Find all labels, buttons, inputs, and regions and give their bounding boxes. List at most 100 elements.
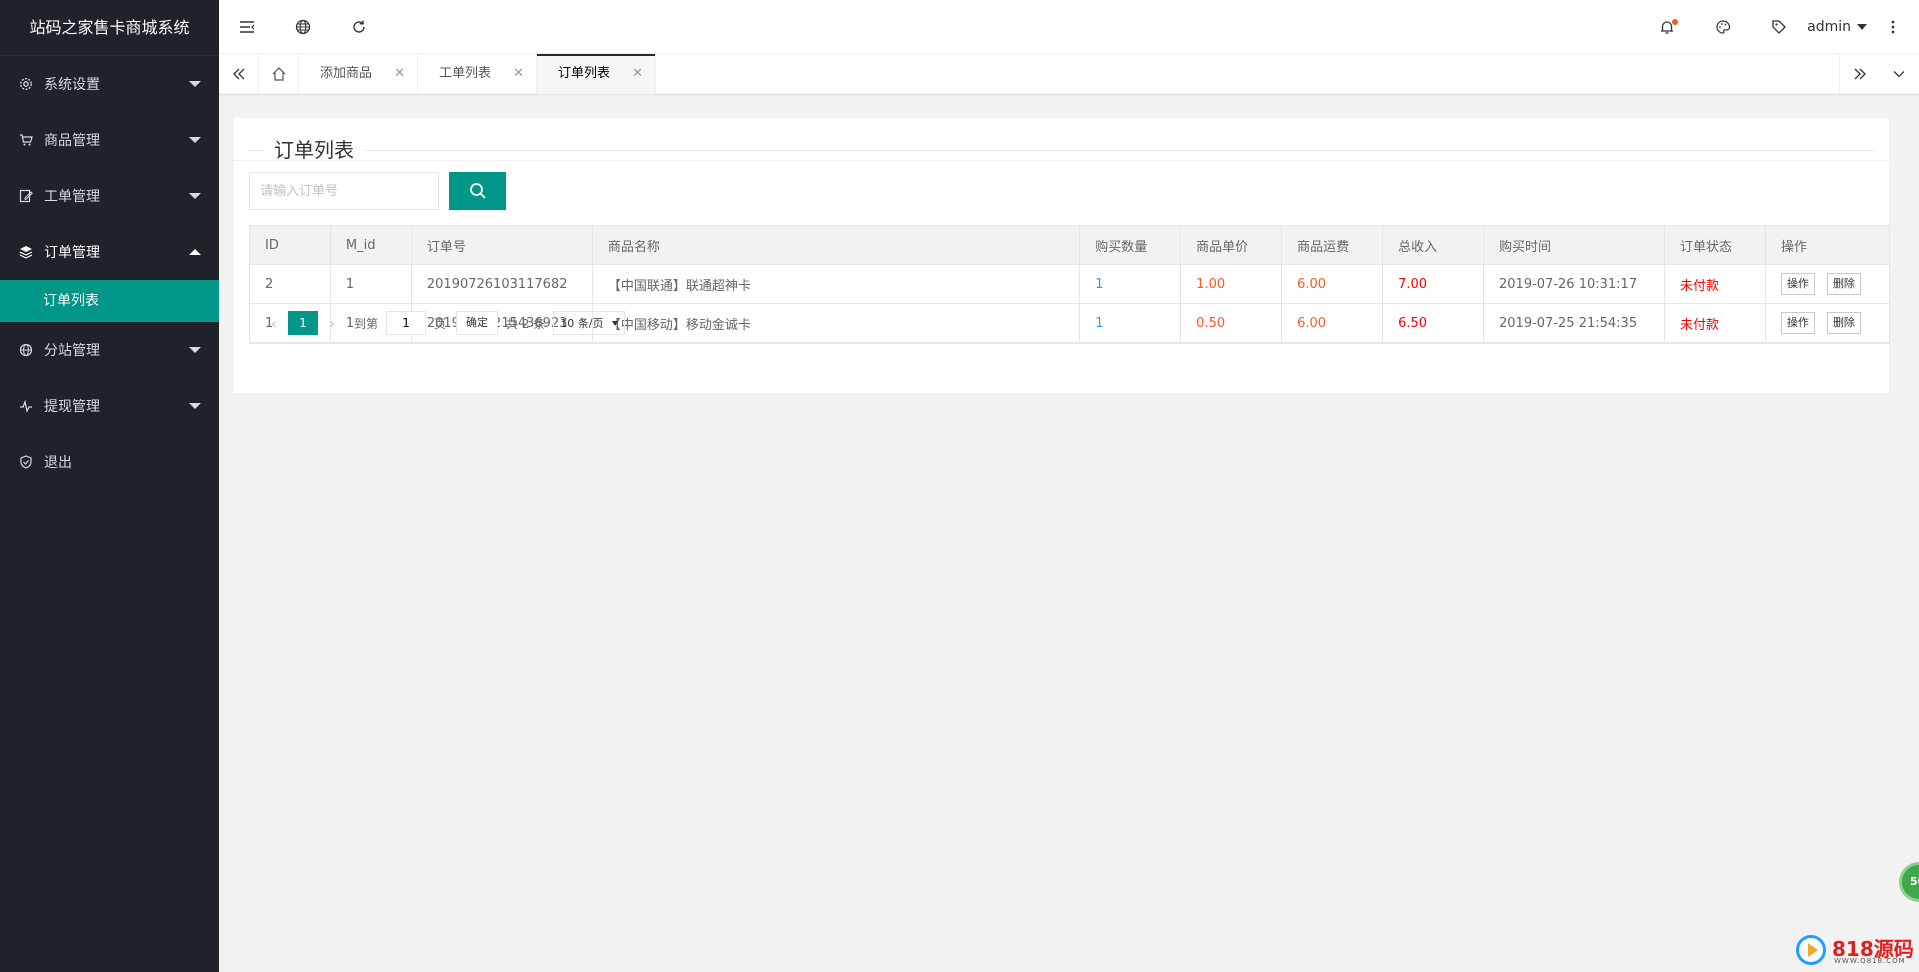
- close-icon[interactable]: ✕: [632, 54, 643, 94]
- column-header: M_id: [329, 225, 412, 265]
- refresh-button[interactable]: [331, 0, 387, 54]
- page-jump-input[interactable]: [386, 311, 427, 335]
- chevron-down-icon: [189, 137, 201, 143]
- page-size-value: 10 条/页: [560, 317, 604, 330]
- close-icon[interactable]: ✕: [394, 54, 405, 94]
- sidebar-subitem-order-list[interactable]: 订单列表: [0, 280, 219, 322]
- sidebar-item-label: 商品管理: [44, 133, 100, 149]
- sidebar-item-label: 系统设置: [44, 77, 100, 93]
- order-number-search-input[interactable]: [249, 172, 439, 210]
- total-count: 共 2 条: [506, 316, 546, 331]
- chevron-down-icon: [189, 347, 201, 353]
- cell-qty: 1: [1079, 264, 1182, 304]
- prev-page-icon[interactable]: ‹: [260, 314, 288, 333]
- column-header: 商品单价: [1180, 225, 1283, 265]
- page-jump-confirm-button[interactable]: 确定: [456, 311, 499, 335]
- tabs-dropdown-button[interactable]: [1879, 54, 1919, 94]
- search-button[interactable]: [449, 172, 506, 210]
- cell-shipping: 6.00: [1281, 264, 1384, 304]
- page-number-current[interactable]: 1: [288, 311, 318, 335]
- menu-fold-icon: [240, 21, 255, 33]
- chevron-down-icon: [189, 81, 201, 87]
- chevron-down-icon: [1893, 71, 1905, 78]
- sidebar-item-ticket-management[interactable]: 工单管理: [0, 168, 219, 224]
- gear-icon: [18, 76, 34, 92]
- sidebar-submenu: 订单列表: [0, 280, 219, 322]
- menu-toggle-button[interactable]: [219, 0, 275, 54]
- sidebar-item-label: 分站管理: [44, 343, 100, 359]
- shield-icon: [18, 454, 34, 470]
- cell-status: 未付款: [1663, 264, 1766, 304]
- tabs-scroll-left-button[interactable]: [219, 54, 259, 94]
- top-header: admin: [219, 0, 1919, 54]
- tags-button[interactable]: [1751, 0, 1807, 54]
- tab-label: 订单列表: [558, 66, 611, 81]
- column-header: ID: [249, 225, 331, 265]
- globe-icon: [295, 19, 311, 35]
- play-icon: [1796, 935, 1826, 965]
- more-vertical-icon: [1891, 20, 1895, 34]
- tab-order-list[interactable]: 订单列表 ✕: [537, 54, 657, 94]
- user-menu[interactable]: admin: [1807, 0, 1867, 54]
- refresh-icon: [353, 20, 365, 33]
- home-icon: [272, 67, 285, 81]
- caret-down-icon: [611, 320, 618, 326]
- cart-icon: [18, 132, 34, 148]
- cell-time: 2019-07-26 10:31:17: [1483, 264, 1665, 304]
- page-size-select[interactable]: 10 条/页: [553, 311, 625, 335]
- more-options-button[interactable]: [1867, 0, 1919, 54]
- column-header: 订单号: [410, 225, 593, 265]
- watermark-site: WWW.Q818.COM: [1834, 957, 1906, 965]
- sidebar: 站码之家售卡商城系统 系统设置 商品管理 工单管理 订单管理 订单列表 分站管理…: [0, 0, 219, 972]
- home-tab[interactable]: [259, 54, 299, 94]
- sidebar-item-system-settings[interactable]: 系统设置: [0, 56, 219, 112]
- next-page-icon[interactable]: ›: [318, 314, 346, 333]
- operate-button[interactable]: 操作: [1780, 273, 1815, 295]
- sidebar-item-label: 订单管理: [44, 245, 100, 261]
- sidebar-item-substation-management[interactable]: 分站管理: [0, 322, 219, 378]
- tab-ticket-list[interactable]: 工单列表 ✕: [418, 54, 538, 94]
- table-header-row: ID M_id 订单号 商品名称 购买数量 商品单价 商品运费 总收入 购买时间…: [249, 225, 1891, 265]
- sidebar-item-label: 退出: [44, 455, 72, 471]
- sidebar-item-product-management[interactable]: 商品管理: [0, 112, 219, 168]
- tabs-bar: 添加商品 ✕ 工单列表 ✕ 订单列表 ✕: [219, 54, 1919, 94]
- sidebar-item-withdraw-management[interactable]: 提现管理: [0, 378, 219, 434]
- sidebar-item-label: 工单管理: [44, 189, 100, 205]
- card-divider: [234, 160, 1889, 161]
- cell-product: 【中国联通】联通超神卡: [591, 264, 1081, 304]
- globe-icon: [18, 342, 34, 358]
- tabs-scroll-right-button[interactable]: [1839, 54, 1879, 94]
- card-legend: 订单列表: [249, 129, 1874, 163]
- cell-price: 1.00: [1180, 264, 1283, 304]
- website-button[interactable]: [275, 0, 331, 54]
- layers-icon: [18, 244, 34, 260]
- column-header: 商品运费: [1281, 225, 1384, 265]
- double-chevron-right-icon: [1854, 68, 1866, 80]
- watermark-logo: 818源码 WWW.Q818.COM: [1796, 933, 1914, 969]
- sidebar-item-logout[interactable]: 退出: [0, 434, 219, 490]
- tag-icon: [1772, 20, 1786, 34]
- delete-button[interactable]: 删除: [1826, 273, 1861, 295]
- chevron-down-icon: [189, 193, 201, 199]
- tab-add-product[interactable]: 添加商品 ✕: [299, 54, 419, 94]
- close-icon[interactable]: ✕: [513, 54, 524, 94]
- username: admin: [1807, 19, 1851, 35]
- column-header: 商品名称: [591, 225, 1081, 265]
- tab-label: 工单列表: [439, 66, 492, 81]
- sidebar-item-order-management[interactable]: 订单管理: [0, 224, 219, 280]
- order-list-card: 订单列表 ID M_id 订单号 商品名称 购买数量 商品单价 商品运费 总收入…: [234, 118, 1891, 393]
- notifications-button[interactable]: [1639, 0, 1695, 54]
- chevron-down-icon: [189, 403, 201, 409]
- column-header: 购买数量: [1079, 225, 1182, 265]
- theme-button[interactable]: [1695, 0, 1751, 54]
- palette-icon: [1716, 20, 1731, 34]
- goto-label: 到第: [354, 316, 379, 331]
- notification-dot: [1672, 19, 1678, 25]
- cell-m-id: 1: [329, 264, 412, 304]
- column-header: 总收入: [1382, 225, 1485, 265]
- cell-id: 2: [249, 264, 331, 304]
- app-logo-title: 站码之家售卡商城系统: [0, 0, 219, 56]
- column-header: 操作: [1764, 225, 1891, 265]
- floating-ball-widget[interactable]: 50: [1899, 862, 1919, 902]
- double-chevron-left-icon: [232, 68, 244, 80]
